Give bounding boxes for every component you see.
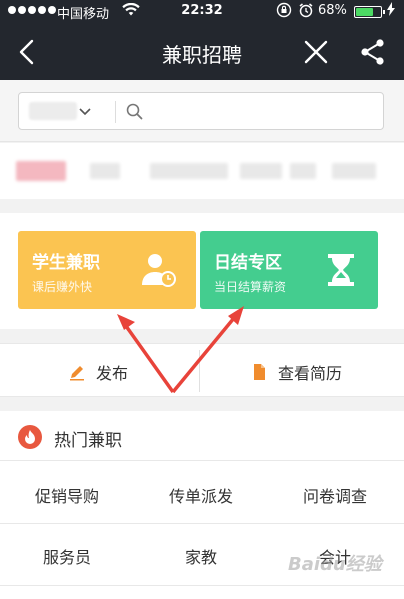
view-resume-label: 查看简历 [278, 364, 343, 383]
card-subtitle: 当日结算薪资 [214, 280, 287, 294]
tag-item[interactable] [90, 163, 120, 179]
search-input[interactable] [149, 99, 377, 125]
daily-pay-card[interactable]: 日结专区 当日结算薪资 [200, 231, 378, 309]
divider [199, 350, 200, 392]
share-icon[interactable] [358, 37, 388, 67]
action-bar: 发布 查看简历 [0, 343, 404, 397]
hot-jobs-title: 热门兼职 [54, 431, 122, 451]
battery-percent: 68% [318, 3, 347, 18]
status-bar: 中国移动 22:32 68% [0, 0, 404, 24]
divider [0, 523, 404, 524]
publish-label: 发布 [96, 364, 129, 383]
feature-cards: 学生兼职 课后赚外快 日结专区 当日结算薪资 [0, 213, 404, 329]
hot-job-item[interactable]: 服务员 [0, 544, 134, 568]
category-tags [0, 143, 404, 199]
hot-job-item[interactable]: 传单派发 [134, 483, 268, 507]
tag-item[interactable] [290, 163, 316, 179]
tag-item[interactable] [150, 163, 228, 179]
divider [115, 101, 116, 123]
page-title: 兼职招聘 [162, 43, 242, 67]
publish-button[interactable]: 发布 [68, 360, 128, 384]
pencil-icon [70, 366, 84, 381]
hourglass-icon [322, 251, 360, 289]
alarm-icon [298, 2, 314, 21]
hot-job-item[interactable]: 问卷调查 [268, 483, 402, 507]
city-selector[interactable] [29, 102, 77, 120]
document-icon [254, 364, 265, 380]
tag-item[interactable] [16, 161, 66, 181]
rotation-lock-icon [276, 2, 292, 21]
charging-icon [387, 2, 395, 19]
tag-item[interactable] [332, 163, 376, 179]
card-title: 学生兼职 [32, 253, 100, 273]
search-icon[interactable] [125, 102, 145, 122]
hot-job-item[interactable]: 促销导购 [0, 483, 134, 507]
search-section [0, 80, 404, 142]
hot-job-item[interactable]: 家教 [134, 544, 268, 568]
watermark: Baidu经验 [288, 554, 382, 575]
card-title: 日结专区 [214, 253, 282, 273]
search-bar[interactable] [18, 92, 384, 130]
nav-bar: 兼职招聘 [0, 24, 404, 80]
student-jobs-card[interactable]: 学生兼职 课后赚外快 [18, 231, 196, 309]
close-icon[interactable] [302, 38, 330, 66]
person-clock-icon [140, 251, 178, 289]
divider [0, 585, 404, 586]
tag-item[interactable] [240, 163, 282, 179]
chevron-down-icon[interactable] [79, 101, 91, 124]
fire-icon [18, 425, 42, 449]
hot-jobs-header: 热门兼职 [0, 411, 404, 461]
battery-icon [354, 6, 385, 18]
view-resume-button[interactable]: 查看简历 [250, 360, 342, 384]
card-subtitle: 课后赚外快 [32, 280, 93, 294]
